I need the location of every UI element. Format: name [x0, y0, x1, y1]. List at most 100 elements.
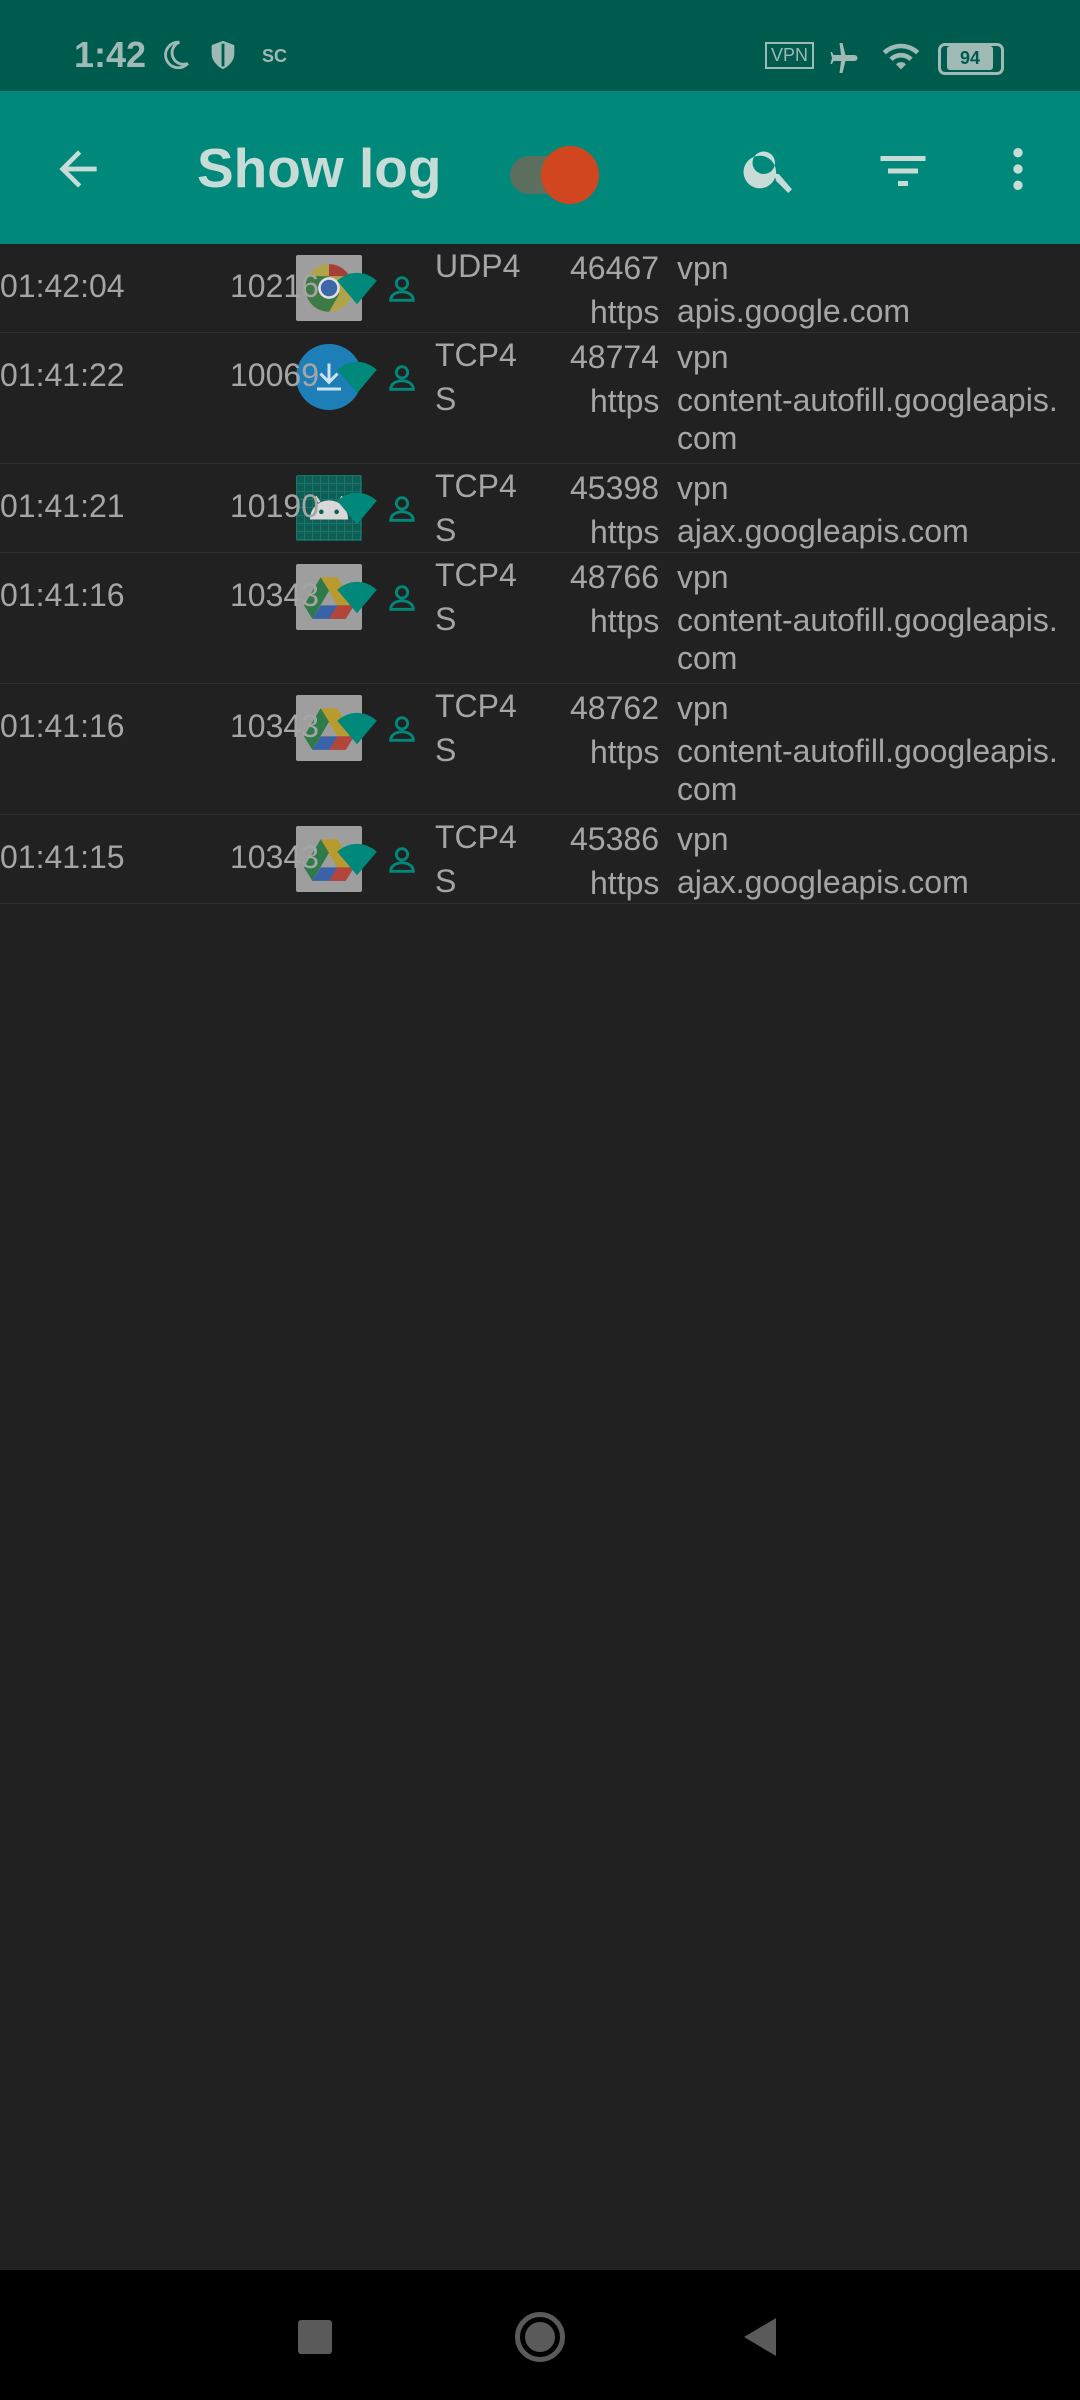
- log-service: https: [590, 603, 660, 639]
- filter-icon[interactable]: [873, 141, 933, 201]
- log-row[interactable]: 01:41:16 10343 TCP4 S 48762 vpn https co…: [0, 684, 1080, 815]
- log-row[interactable]: 01:41:15 10343 TCP4 S 45386 vpn https aj…: [0, 815, 1080, 904]
- log-interface: vpn: [677, 690, 729, 726]
- log-interface: vpn: [677, 250, 729, 286]
- host-line-2: com: [677, 640, 738, 676]
- airplane-icon: [830, 43, 858, 73]
- wifi-icon: [337, 843, 377, 876]
- log-host: ajax.googleapis.com: [677, 863, 1080, 901]
- protocol-line-1: TCP4: [435, 557, 517, 593]
- log-time: 01:41:15: [0, 839, 125, 875]
- log-port: 48766: [570, 559, 659, 595]
- log-interface: vpn: [677, 339, 729, 375]
- protocol-line-1: TCP4: [435, 688, 517, 724]
- app-bar: Show log: [0, 91, 1080, 244]
- log-uid: 10343: [230, 839, 319, 875]
- log-interface: vpn: [677, 470, 729, 506]
- protocol-line-2: S: [435, 732, 457, 768]
- log-row[interactable]: 01:42:04 10216 UDP4 46467 vpn https apis…: [0, 244, 1080, 333]
- protocol-line-2: S: [435, 512, 457, 548]
- log-protocol: TCP4 S: [435, 553, 517, 641]
- user-icon: [389, 496, 415, 522]
- host-line-1: content-autofill.googleapis.: [677, 733, 1058, 769]
- protocol-line-1: TCP4: [435, 819, 517, 855]
- toggle-thumb: [541, 146, 599, 204]
- log-host: content-autofill.googleapis. com: [677, 381, 1080, 457]
- log-protocol: TCP4 S: [435, 684, 517, 772]
- host-line-1: ajax.googleapis.com: [677, 513, 969, 549]
- wifi-icon: [882, 43, 920, 70]
- log-service: https: [590, 514, 660, 550]
- log-time: 01:41:16: [0, 708, 125, 744]
- page-title: Show log: [197, 137, 442, 199]
- log-host: content-autofill.googleapis. com: [677, 732, 1080, 808]
- log-toggle[interactable]: [500, 91, 610, 244]
- log-service: https: [590, 865, 660, 901]
- log-port: 45398: [570, 470, 659, 506]
- log-uid: 10343: [230, 577, 319, 613]
- log-time: 01:42:04: [0, 268, 125, 304]
- user-icon: [389, 847, 415, 873]
- host-line-2: com: [677, 771, 738, 807]
- host-line-1: ajax.googleapis.com: [677, 864, 969, 900]
- wifi-icon: [337, 581, 377, 614]
- log-protocol: TCP4 S: [435, 333, 517, 421]
- user-icon: [389, 365, 415, 391]
- user-icon: [389, 276, 415, 302]
- log-uid: 10343: [230, 708, 319, 744]
- wifi-icon: [337, 712, 377, 745]
- back-button[interactable]: [740, 2314, 780, 2360]
- log-row[interactable]: 01:41:22 10069 TCP4 S 48774 vpn https co…: [0, 333, 1080, 464]
- sc-label: SC: [262, 46, 288, 66]
- log-uid: 10190: [230, 488, 319, 524]
- log-list: 01:42:04 10216 UDP4 46467 vpn https apis…: [0, 244, 1080, 904]
- log-row[interactable]: 01:41:21 10190 TCP4 S 45398 vpn https aj…: [0, 464, 1080, 553]
- log-row[interactable]: 01:41:16 10343 TCP4 S 48766 vpn https co…: [0, 553, 1080, 684]
- log-uid: 10069: [230, 357, 319, 393]
- host-line-1: content-autofill.googleapis.: [677, 602, 1058, 638]
- user-icon: [389, 585, 415, 611]
- shield-icon: [211, 40, 235, 70]
- host-line-2: com: [677, 420, 738, 456]
- protocol-line-1: UDP4: [435, 248, 521, 284]
- moon-icon: [164, 40, 189, 70]
- navigation-bar: [0, 2270, 1080, 2400]
- user-icon: [389, 716, 415, 742]
- log-protocol: UDP4: [435, 244, 520, 288]
- protocol-line-1: TCP4: [435, 468, 517, 504]
- protocol-line-2: S: [435, 381, 457, 417]
- host-line-1: content-autofill.googleapis.: [677, 382, 1058, 418]
- search-icon[interactable]: [740, 139, 800, 199]
- home-button-inner: [525, 2322, 555, 2352]
- host-line-1: apis.google.com: [677, 293, 911, 329]
- log-port: 48774: [570, 339, 659, 375]
- battery-icon: 94: [938, 43, 1004, 75]
- log-port: 45386: [570, 821, 659, 857]
- log-interface: vpn: [677, 821, 729, 857]
- log-host: content-autofill.googleapis. com: [677, 601, 1080, 677]
- log-host: apis.google.com: [677, 292, 1080, 330]
- log-service: https: [590, 383, 660, 419]
- log-protocol: TCP4 S: [435, 815, 517, 903]
- protocol-line-2: S: [435, 863, 457, 899]
- log-port: 46467: [570, 250, 659, 286]
- protocol-line-1: TCP4: [435, 337, 517, 373]
- wifi-icon: [337, 272, 377, 305]
- log-host: ajax.googleapis.com: [677, 512, 1080, 550]
- log-service: https: [590, 734, 660, 770]
- back-arrow-icon[interactable]: [50, 141, 106, 197]
- log-port: 48762: [570, 690, 659, 726]
- log-uid: 10216: [230, 268, 319, 304]
- more-options-icon[interactable]: [990, 139, 1046, 199]
- log-service: https: [590, 294, 660, 330]
- log-time: 01:41:21: [0, 488, 125, 524]
- log-time: 01:41:22: [0, 357, 125, 393]
- log-interface: vpn: [677, 559, 729, 595]
- recents-button[interactable]: [298, 2320, 332, 2354]
- battery-level: 94: [947, 46, 993, 70]
- protocol-line-2: S: [435, 601, 457, 637]
- status-bar: 1:42 SC VPN 94: [0, 0, 1080, 91]
- log-time: 01:41:16: [0, 577, 125, 613]
- home-button[interactable]: [515, 2312, 565, 2362]
- wifi-icon: [337, 361, 377, 394]
